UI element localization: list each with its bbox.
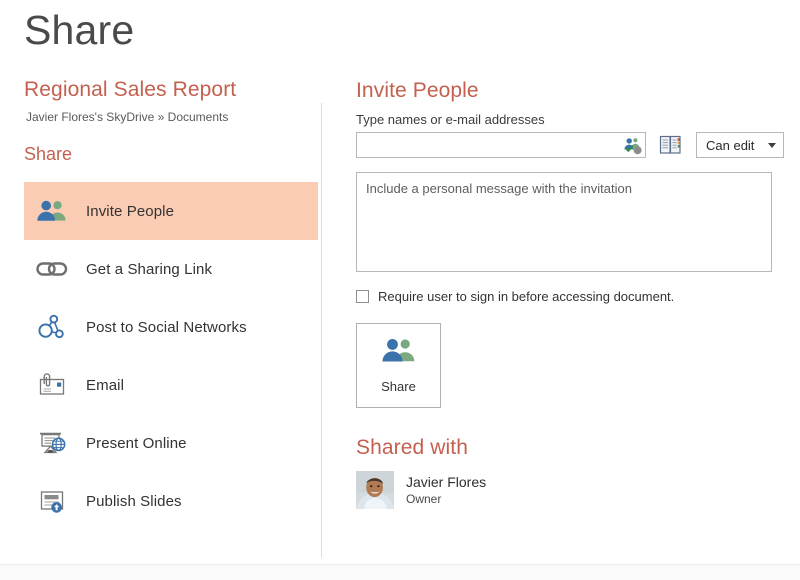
names-field-label: Type names or e-mail addresses xyxy=(356,112,786,127)
permission-dropdown-value: Can edit xyxy=(706,138,754,153)
sidebar-item-post-to-social-networks[interactable]: Post to Social Networks xyxy=(24,298,318,356)
sidebar-item-label: Email xyxy=(86,377,124,394)
names-input-wrapper[interactable] xyxy=(356,132,646,158)
share-backstage-page: Share Regional Sales Report Javier Flore… xyxy=(0,0,800,580)
address-book-icon[interactable] xyxy=(656,132,684,158)
sidebar-item-label: Publish Slides xyxy=(86,493,182,510)
require-signin-row[interactable]: Require user to sign in before accessing… xyxy=(356,289,786,304)
sidebar-item-email[interactable]: Email xyxy=(24,356,318,414)
require-signin-checkbox[interactable] xyxy=(356,290,369,303)
check-names-icon[interactable] xyxy=(621,135,643,156)
projector-globe-icon xyxy=(30,429,74,457)
invite-people-panel: Invite People Type names or e-mail addre… xyxy=(356,70,786,509)
chevron-down-icon xyxy=(768,143,776,148)
page-title: Share xyxy=(24,6,134,55)
permission-dropdown[interactable]: Can edit xyxy=(696,132,784,158)
person-details: Javier Flores Owner xyxy=(406,474,486,506)
require-signin-label: Require user to sign in before accessing… xyxy=(378,289,674,304)
sidebar-item-invite-people[interactable]: Invite People xyxy=(24,182,318,240)
sidebar-item-label: Present Online xyxy=(86,435,187,452)
panel-heading: Invite People xyxy=(356,78,786,103)
link-chain-icon xyxy=(30,259,74,279)
sidebar-item-label: Get a Sharing Link xyxy=(86,261,212,278)
shared-with-heading: Shared with xyxy=(356,436,786,460)
sidebar-item-get-a-sharing-link[interactable]: Get a Sharing Link xyxy=(24,240,318,298)
share-options-list: Invite People Get a Sharing Link xyxy=(0,182,321,530)
personal-message-wrapper[interactable] xyxy=(356,172,772,272)
share-button-label: Share xyxy=(381,379,416,394)
list-item[interactable]: Javier Flores Owner xyxy=(356,471,786,509)
envelope-attachment-icon xyxy=(30,372,74,398)
sidebar-item-label: Invite People xyxy=(86,203,174,220)
bottom-band xyxy=(0,564,800,580)
column-divider xyxy=(321,103,322,558)
people-icon xyxy=(382,337,416,369)
share-sidebar: Regional Sales Report Javier Flores's Sk… xyxy=(0,70,321,560)
document-path: Javier Flores's SkyDrive » Documents xyxy=(26,110,228,124)
invite-input-row: Can edit xyxy=(356,132,786,158)
avatar xyxy=(356,471,394,509)
personal-message-textarea[interactable] xyxy=(364,179,764,265)
document-title: Regional Sales Report xyxy=(24,78,236,102)
sidebar-item-present-online[interactable]: Present Online xyxy=(24,414,318,472)
sidebar-item-publish-slides[interactable]: Publish Slides xyxy=(24,472,318,530)
person-role: Owner xyxy=(406,492,486,506)
person-name: Javier Flores xyxy=(406,474,486,490)
social-network-icon xyxy=(30,313,74,341)
names-input[interactable] xyxy=(360,134,622,156)
sidebar-item-label: Post to Social Networks xyxy=(86,319,247,336)
publish-slides-icon xyxy=(30,488,74,514)
people-icon xyxy=(30,199,74,223)
sidebar-section-label: Share xyxy=(24,144,72,165)
share-button[interactable]: Share xyxy=(356,323,441,408)
